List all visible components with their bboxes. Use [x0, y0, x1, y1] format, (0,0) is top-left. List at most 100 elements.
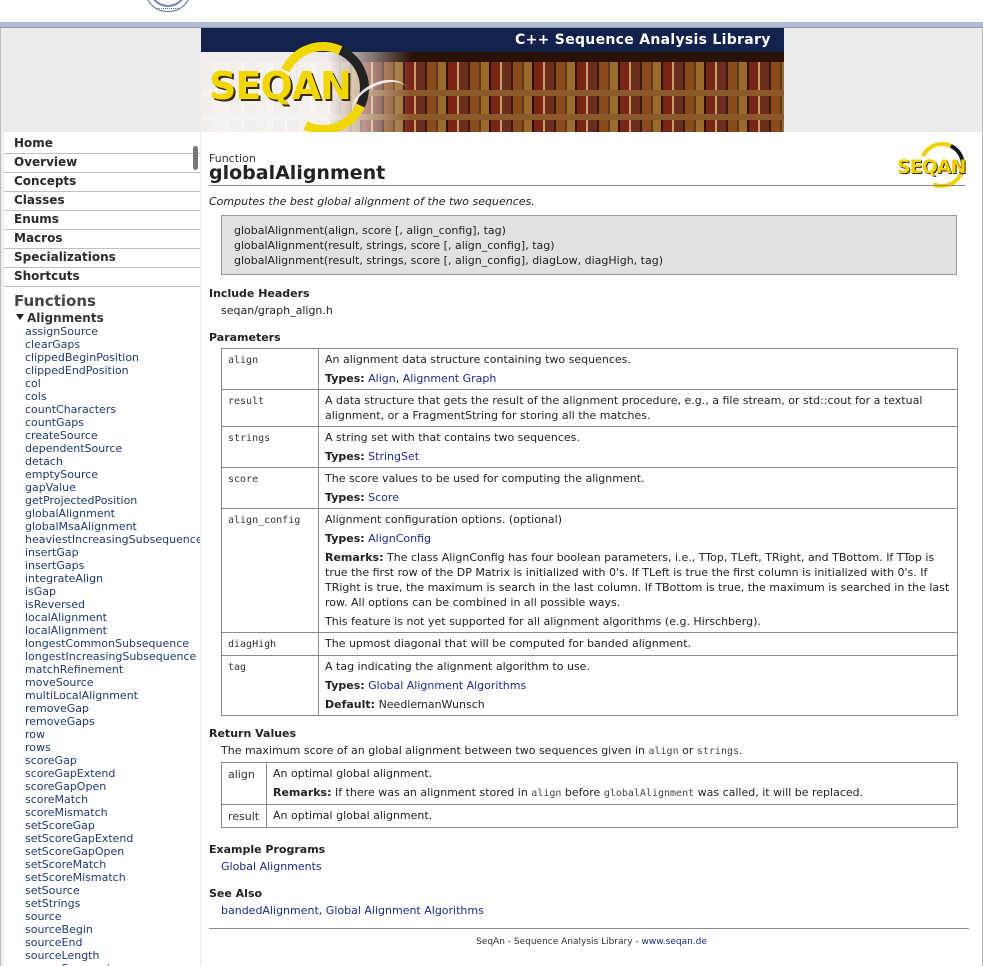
function-link[interactable]: countCharacters [4, 403, 200, 416]
param-name: align_config [221, 508, 319, 633]
function-link[interactable]: clippedBeginPosition [4, 351, 200, 364]
function-link[interactable]: assignSource [4, 325, 200, 338]
function-link[interactable]: longestCommonSubsequence [4, 637, 200, 650]
function-link[interactable]: countGaps [4, 416, 200, 429]
function-link[interactable]: dependentSource [4, 442, 200, 455]
function-link[interactable]: scoreMismatch [4, 806, 200, 819]
table-row: result A data structure that gets the re… [221, 389, 958, 427]
parameters-table: align An alignment data structure contai… [221, 348, 958, 716]
nav-item-home[interactable]: Home [4, 135, 200, 154]
nav-scrollbar-thumb[interactable] [193, 146, 198, 170]
example-link-global-alignments[interactable]: Global Alignments [221, 860, 322, 873]
function-link[interactable]: removeGap [4, 702, 200, 715]
type-link-alignconfig[interactable]: AlignConfig [368, 532, 431, 545]
param-description: An alignment data structure containing t… [318, 348, 958, 390]
alignments-group-toggle[interactable]: Alignments [4, 311, 200, 325]
title-divider [209, 185, 965, 186]
function-link[interactable]: sourceBegin [4, 923, 200, 936]
function-link[interactable]: row [4, 728, 200, 741]
function-link[interactable]: heaviestIncreasingSubsequence [4, 533, 200, 546]
function-link[interactable]: scoreGap [4, 754, 200, 767]
see-also-heading: See Also [209, 887, 263, 900]
function-link[interactable]: longestIncreasingSubsequence [4, 650, 200, 663]
return-name: result [221, 804, 267, 828]
function-link[interactable]: sourceLength [4, 949, 200, 962]
function-link[interactable]: setSource [4, 884, 200, 897]
function-link[interactable]: localAlignment [4, 624, 200, 637]
function-link[interactable]: scoreGapOpen [4, 780, 200, 793]
return-name: align [221, 762, 267, 805]
function-link[interactable]: isReversed [4, 598, 200, 611]
function-link[interactable]: localAlignment [4, 611, 200, 624]
function-link[interactable]: setScoreGap [4, 819, 200, 832]
nav-item-enums[interactable]: Enums [4, 211, 200, 230]
function-link[interactable]: setScoreMatch [4, 858, 200, 871]
table-row: diagHigh The upmost diagonal that will b… [221, 632, 958, 656]
function-link[interactable]: matchRefinement [4, 663, 200, 676]
param-description: The score values to be used for computin… [318, 467, 958, 509]
function-link[interactable]: scoreGapExtend [4, 767, 200, 780]
content-frame: Function globalAlignment SEQAN Computes … [201, 132, 982, 966]
function-link[interactable]: multiLocalAlignment [4, 689, 200, 702]
function-link[interactable]: setScoreGapOpen [4, 845, 200, 858]
function-link[interactable]: rows [4, 741, 200, 754]
function-link[interactable]: isGap [4, 585, 200, 598]
nav-item-shortcuts[interactable]: Shortcuts [4, 268, 200, 287]
nav-item-specializations[interactable]: Specializations [4, 249, 200, 268]
see-also-link-banded-alignment[interactable]: bandedAlignment [221, 904, 319, 917]
function-link[interactable]: gapValue [4, 481, 200, 494]
type-link-alignment-graph[interactable]: Alignment Graph [403, 372, 497, 385]
function-link[interactable]: col [4, 377, 200, 390]
param-name: tag [221, 655, 319, 716]
function-link[interactable]: cols [4, 390, 200, 403]
function-link[interactable]: clippedEndPosition [4, 364, 200, 377]
function-link[interactable]: moveSource [4, 676, 200, 689]
footer-link-seqan[interactable]: www.seqan.de [642, 937, 707, 947]
alignments-group-label: Alignments [27, 311, 104, 325]
nav-item-classes[interactable]: Classes [4, 192, 200, 211]
function-link[interactable]: setScoreMismatch [4, 871, 200, 884]
function-link[interactable]: setScoreGapExtend [4, 832, 200, 845]
function-link[interactable]: globalMsaAlignment [4, 520, 200, 533]
function-link[interactable]: detach [4, 455, 200, 468]
function-link[interactable]: sourceEnd [4, 936, 200, 949]
nav-item-concepts[interactable]: Concepts [4, 173, 200, 192]
type-link-stringset[interactable]: StringSet [368, 450, 419, 463]
table-row: tag A tag indicating the alignment algor… [221, 655, 958, 716]
type-link-global-alignment-algorithms[interactable]: Global Alignment Algorithms [368, 679, 526, 692]
university-seal-logo [145, 0, 191, 12]
table-row: strings A string set with that contains … [221, 426, 958, 468]
function-link[interactable]: source [4, 910, 200, 923]
include-header-file: seqan/graph_align.h [221, 304, 333, 317]
signature-line: globalAlignment(align, score [, align_co… [234, 224, 506, 237]
function-link[interactable]: removeGaps [4, 715, 200, 728]
function-link[interactable]: sourceSegment [4, 962, 200, 966]
function-link[interactable]: emptySource [4, 468, 200, 481]
function-link[interactable]: integrateAlign [4, 572, 200, 585]
function-link[interactable]: getProjectedPosition [4, 494, 200, 507]
param-description: Alignment configuration options. (option… [318, 508, 958, 633]
seqan-small-logo: SEQAN [897, 135, 972, 195]
param-name: diagHigh [221, 632, 319, 656]
function-link[interactable]: insertGap [4, 546, 200, 559]
param-description: A data structure that gets the result of… [318, 389, 958, 427]
triangle-down-icon [16, 314, 24, 320]
type-link-align[interactable]: Align [368, 372, 396, 385]
include-headers-heading: Include Headers [209, 287, 310, 300]
see-also-link-global-alignment-algorithms[interactable]: Global Alignment Algorithms [326, 904, 484, 917]
function-link[interactable]: createSource [4, 429, 200, 442]
function-link[interactable]: globalAlignment [4, 507, 200, 520]
return-values-table: align An optimal global alignment. Remar… [221, 762, 958, 828]
function-link[interactable]: scoreMatch [4, 793, 200, 806]
see-also-links: bandedAlignment, Global Alignment Algori… [221, 904, 484, 917]
nav-item-macros[interactable]: Macros [4, 230, 200, 249]
param-name: align [221, 348, 319, 390]
function-link[interactable]: setStrings [4, 897, 200, 910]
function-link[interactable]: clearGaps [4, 338, 200, 351]
signature-box: globalAlignment(align, score [, align_co… [221, 215, 957, 275]
navigation-frame[interactable]: Home Overview Concepts Classes Enums Mac… [4, 132, 200, 966]
type-link-score[interactable]: Score [368, 491, 399, 504]
nav-item-overview[interactable]: Overview [4, 154, 200, 173]
table-row: align An optimal global alignment. Remar… [221, 762, 958, 805]
function-link[interactable]: insertGaps [4, 559, 200, 572]
